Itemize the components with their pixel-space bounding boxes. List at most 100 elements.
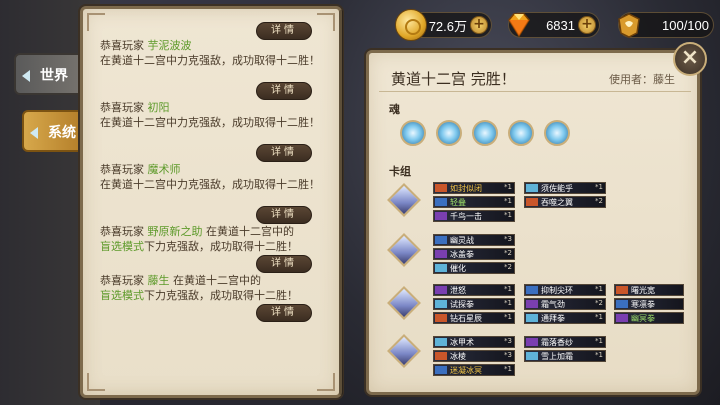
- feed-message: 恭喜玩家 野原新之助 在黄道十二宫中的 盲选模式下力克强敌，成功取得十二胜！: [100, 224, 330, 254]
- card-count: *3: [504, 337, 512, 345]
- card-chip[interactable]: 试探拳 *1: [433, 298, 515, 310]
- card-count: *1: [504, 285, 512, 293]
- card-name: 霜气劲: [541, 300, 565, 309]
- tab-arrow-icon: [30, 127, 38, 139]
- card-art-icon: [435, 338, 447, 346]
- diamond-icon: [503, 9, 535, 41]
- card-chip[interactable]: 雪上加霜 *1: [524, 350, 606, 362]
- card-count: *1: [595, 183, 603, 191]
- message-text: 在黄道十二宫中力克强敌，成功取得十二胜！: [100, 54, 320, 67]
- soul-icon[interactable]: [400, 120, 426, 146]
- card-art-icon: [435, 212, 447, 220]
- message-text: 在黄道十二宫中的: [206, 225, 294, 238]
- card-chip[interactable]: 幽灵战 *3: [433, 234, 515, 246]
- card-name: 迷凝冰冥: [450, 366, 482, 375]
- card-count: *2: [504, 263, 512, 271]
- card-chip[interactable]: 冰棱 *3: [433, 350, 515, 362]
- message-prefix: 恭喜玩家: [100, 225, 144, 238]
- card-name: 试探拳: [450, 300, 474, 309]
- feed-scrollbar[interactable]: [339, 10, 343, 395]
- card-count: *2: [504, 249, 512, 257]
- card-chip[interactable]: 冰盖拳 *2: [433, 248, 515, 260]
- message-prefix: 恭喜玩家: [100, 163, 144, 176]
- card-chip[interactable]: 须佐能乎 *1: [524, 182, 606, 194]
- card-chip[interactable]: 如封似闭 *1: [433, 182, 515, 194]
- card-chip[interactable]: 轻叠 *1: [433, 196, 515, 208]
- card-count: *2: [595, 299, 603, 307]
- card-chip[interactable]: 催化 *2: [433, 262, 515, 274]
- detail-button[interactable]: 详情: [256, 82, 312, 100]
- card-chip[interactable]: 通拜拳 *1: [524, 312, 606, 324]
- card-count: *1: [504, 183, 512, 191]
- card-name: 如封似闭: [450, 184, 482, 193]
- add-gems-button[interactable]: +: [578, 16, 596, 34]
- card-art-icon: [435, 236, 447, 244]
- panel-corner-ornament: [317, 13, 335, 31]
- soul-icon[interactable]: [544, 120, 570, 146]
- card-name: 须佐能乎: [541, 184, 573, 193]
- card-chip[interactable]: 幽冥拳: [614, 312, 684, 324]
- card-name: 幽灵战: [450, 236, 474, 245]
- card-count: *2: [595, 197, 603, 205]
- message-text: 在黄道十二宫中力克强敌，成功取得十二胜！: [100, 116, 320, 129]
- card-art-icon: [435, 314, 447, 322]
- card-chip[interactable]: 抑制尖环 *1: [524, 284, 606, 296]
- player-name[interactable]: 藤生: [148, 274, 170, 287]
- player-name[interactable]: 野原新之助: [148, 225, 203, 238]
- card-name: 抑制尖环: [541, 286, 573, 295]
- soul-icon[interactable]: [472, 120, 498, 146]
- card-art-icon: [435, 198, 447, 206]
- divider: [379, 91, 691, 92]
- detail-button[interactable]: 详情: [256, 304, 312, 322]
- card-name: 霜落香纱: [541, 338, 573, 347]
- card-chip[interactable]: 冰甲术 *3: [433, 336, 515, 348]
- card-chip[interactable]: 霜气劲 *2: [524, 298, 606, 310]
- card-name: 钻石星辰: [450, 314, 482, 323]
- message-text: 下力克强敌，成功取得十二胜！: [144, 240, 298, 253]
- card-chip[interactable]: 曙光宽: [614, 284, 684, 296]
- card-chip[interactable]: 泄怒 *1: [433, 284, 515, 296]
- card-chip[interactable]: 钻石星辰 *1: [433, 312, 515, 324]
- feed-message: 恭喜玩家 芋泥波波 在黄道十二宫中力克强敌，成功取得十二胜！: [100, 38, 330, 68]
- card-name: 吞噬之翼: [541, 198, 573, 207]
- card-chip[interactable]: 千鸟一击 *1: [433, 210, 515, 222]
- card-count: *1: [595, 337, 603, 345]
- player-name[interactable]: 魔术师: [148, 163, 181, 176]
- card-chip[interactable]: 迷凝冰冥 *1: [433, 364, 515, 376]
- detail-button[interactable]: 详情: [256, 255, 312, 273]
- card-count: *3: [504, 351, 512, 359]
- stamina-counter: 100/100: [618, 12, 714, 38]
- add-coins-button[interactable]: +: [470, 16, 488, 34]
- close-icon[interactable]: ×: [673, 42, 707, 76]
- soul-icon[interactable]: [436, 120, 462, 146]
- card-art-icon: [435, 300, 447, 308]
- card-art-icon: [526, 300, 538, 308]
- card-count: *1: [504, 197, 512, 205]
- coins-counter: 72.6万 +: [395, 9, 492, 41]
- card-count: *1: [504, 299, 512, 307]
- message-text: 下力克强敌，成功取得十二胜！: [144, 289, 298, 302]
- detail-button[interactable]: 详情: [256, 144, 312, 162]
- card-chip[interactable]: 霜落香纱 *1: [524, 336, 606, 348]
- card-art-icon: [526, 286, 538, 294]
- player-name[interactable]: 初阳: [148, 101, 170, 114]
- card-name: 冰盖拳: [450, 250, 474, 259]
- player-name[interactable]: 芋泥波波: [148, 39, 192, 52]
- soul-section-label: 魂: [389, 103, 400, 116]
- panel-corner-ornament: [87, 13, 105, 31]
- detail-button[interactable]: 详情: [256, 206, 312, 224]
- card-count: *1: [504, 211, 512, 219]
- card-chip[interactable]: 寒凛拳: [614, 298, 684, 310]
- card-chip[interactable]: 吞噬之翼 *2: [524, 196, 606, 208]
- card-art-icon: [616, 300, 628, 308]
- panel-corner-ornament: [87, 373, 105, 391]
- card-count: *1: [504, 365, 512, 373]
- card-count: *3: [504, 235, 512, 243]
- card-art-icon: [435, 286, 447, 294]
- deck-section-label: 卡组: [389, 165, 411, 178]
- gems-counter: 6831 +: [508, 12, 600, 38]
- coin-icon: [395, 9, 427, 41]
- soul-icon[interactable]: [508, 120, 534, 146]
- card-art-icon: [526, 198, 538, 206]
- feed-message: 恭喜玩家 魔术师 在黄道十二宫中力克强敌，成功取得十二胜！: [100, 162, 330, 192]
